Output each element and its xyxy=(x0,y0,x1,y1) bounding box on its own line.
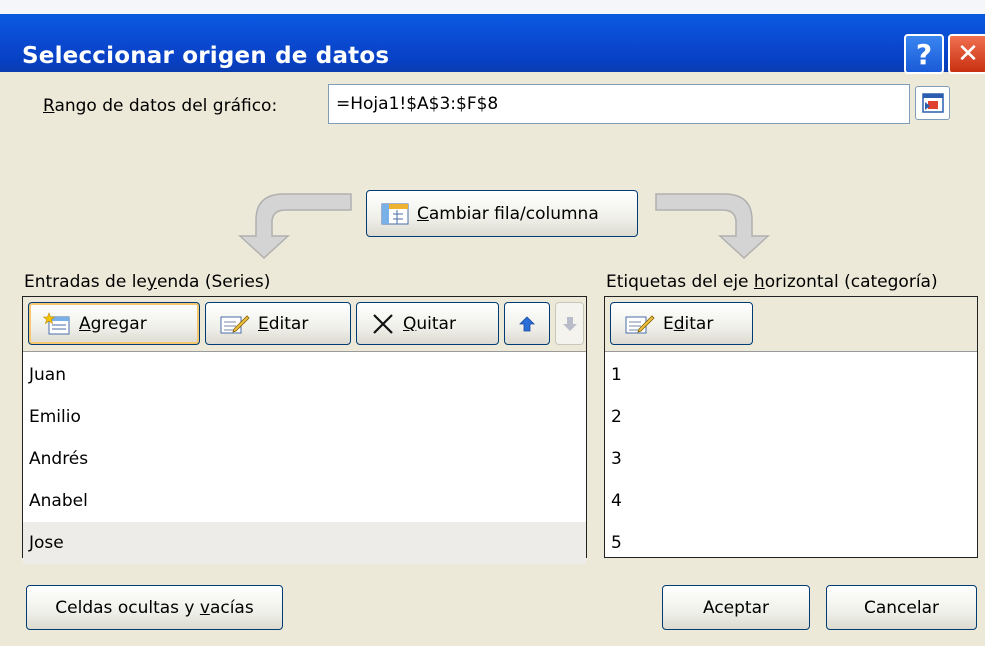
switch-row-column-label: Cambiar fila/columna xyxy=(417,203,599,224)
help-icon: ? xyxy=(915,37,933,71)
close-button[interactable]: ✕ xyxy=(948,34,985,74)
list-item[interactable]: Emilio xyxy=(23,396,586,438)
axis-labels-heading: Etiquetas del eje horizontal (categoría) xyxy=(606,272,938,292)
list-item[interactable]: Jose xyxy=(23,522,586,564)
hidden-empty-cells-button[interactable]: Celdas ocultas y vacías xyxy=(26,585,283,630)
hidden-empty-cells-label: Celdas ocultas y vacías xyxy=(55,597,254,618)
legend-entries-panel: Agregar Editar Quitar Juan Emilio Andrés… xyxy=(22,296,587,564)
dialog-title: Seleccionar origen de datos xyxy=(22,43,390,69)
switch-row-column-button[interactable]: Cambiar fila/columna xyxy=(366,190,638,237)
range-input[interactable]: =Hoja1!$A$3:$F$8 xyxy=(328,84,910,124)
edit-axis-labels-label: Editar xyxy=(663,313,714,334)
collapse-dialog-icon xyxy=(921,93,944,113)
list-item[interactable]: 3 xyxy=(605,438,977,480)
legend-list: Juan Emilio Andrés Anabel Jose xyxy=(23,352,586,564)
help-button[interactable]: ? xyxy=(904,34,944,74)
move-down-button[interactable] xyxy=(555,302,584,345)
curved-arrow-right-icon xyxy=(655,193,770,260)
axis-toolbar: Editar xyxy=(605,297,977,352)
cancel-label: Cancelar xyxy=(864,597,939,618)
list-item[interactable]: 1 xyxy=(605,354,977,396)
edit-series-label: Editar xyxy=(258,313,309,334)
background-ribbon xyxy=(0,0,985,14)
curved-arrow-left-icon xyxy=(238,193,352,260)
legend-toolbar: Agregar Editar Quitar xyxy=(23,297,586,352)
add-series-icon xyxy=(43,311,70,334)
edit-icon xyxy=(625,314,655,333)
move-down-icon xyxy=(562,316,577,331)
list-item[interactable]: Andrés xyxy=(23,438,586,480)
ok-button[interactable]: Aceptar xyxy=(662,585,810,630)
edit-series-button[interactable]: Editar xyxy=(205,302,351,345)
add-series-button[interactable]: Agregar xyxy=(28,302,200,345)
range-label: Rango de datos del gráfico: xyxy=(43,96,278,116)
remove-series-button[interactable]: Quitar xyxy=(356,302,499,345)
switch-row-column-icon xyxy=(381,203,409,224)
list-item[interactable]: Anabel xyxy=(23,480,586,522)
list-item[interactable]: 4 xyxy=(605,480,977,522)
move-up-icon xyxy=(519,315,535,331)
remove-series-label: Quitar xyxy=(403,313,456,334)
ok-label: Aceptar xyxy=(703,597,769,618)
axis-labels-panel: Editar 1 2 3 4 5 xyxy=(604,296,978,558)
edit-axis-labels-button[interactable]: Editar xyxy=(610,302,753,345)
collapse-dialog-button[interactable] xyxy=(915,86,950,120)
axis-list: 1 2 3 4 5 xyxy=(605,352,977,564)
remove-x-icon xyxy=(373,313,393,334)
list-item[interactable]: 5 xyxy=(605,522,977,564)
list-item[interactable]: 2 xyxy=(605,396,977,438)
list-item[interactable]: Juan xyxy=(23,354,586,396)
edit-icon xyxy=(220,314,250,333)
close-icon: ✕ xyxy=(957,39,979,69)
add-series-label: Agregar xyxy=(79,313,147,334)
cancel-button[interactable]: Cancelar xyxy=(826,585,977,630)
legend-entries-heading: Entradas de leyenda (Series) xyxy=(24,272,271,292)
move-up-button[interactable] xyxy=(504,302,550,345)
title-bar: Seleccionar origen de datos ? ✕ xyxy=(0,14,985,74)
